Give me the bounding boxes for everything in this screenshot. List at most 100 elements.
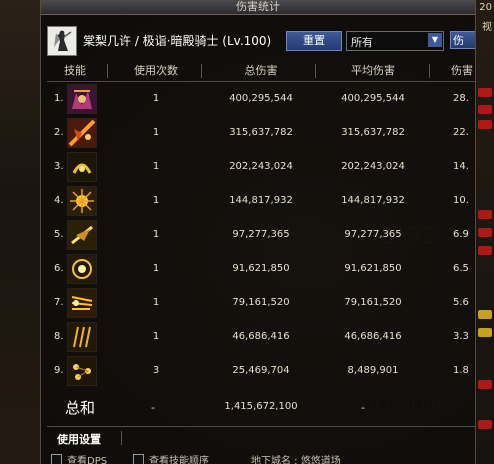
row-percent: 14. [453,161,469,172]
damage-tab-button[interactable]: 伤 [450,31,475,49]
row-rank: 2. [54,127,64,138]
column-divider [107,64,108,78]
table-row[interactable]: 6. 1 91,621,850 91,621,850 6.5 [41,252,475,286]
row-total: 46,686,416 [232,331,290,342]
filter-select[interactable]: 所有 ▼ [346,31,444,51]
damage-stats-window: 伤害统计 棠梨几许 / 极诣·暗殿骑士 (Lv.100) 重置 所有 ▼ 伤 技… [40,0,476,464]
row-rank: 4. [54,195,64,206]
row-count: 1 [152,161,160,172]
row-total: 315,637,782 [229,127,293,138]
column-header-percent[interactable]: 伤害 [451,62,481,80]
row-average: 46,686,416 [344,331,402,342]
row-count: 1 [152,195,160,206]
row-rank: 8. [54,331,64,342]
row-percent: 10. [453,195,469,206]
row-percent: 22. [453,127,469,138]
table-row[interactable]: 8. 1 46,686,416 46,686,416 3.3 [41,320,475,354]
row-total: 144,817,932 [229,195,293,206]
bottom-options-bar: 查看DPS 查看技能顺序 地下城名 : 悠悠道场 [41,450,475,464]
settings-divider [121,431,122,445]
column-header-count[interactable]: 使用次数 [121,62,191,80]
window-title: 伤害统计 [236,0,280,13]
row-count: 1 [152,93,160,104]
table-row[interactable]: 5. 1 97,277,365 97,277,365 6.9 [41,218,475,252]
row-rank: 3. [54,161,64,172]
row-percent: 6.9 [453,229,469,240]
window-titlebar[interactable]: 伤害统计 [41,0,475,15]
row-average: 315,637,782 [341,127,405,138]
row-percent: 5.6 [453,297,469,308]
row-average: 91,621,850 [344,263,402,274]
character-name: 棠梨几许 / 极诣·暗殿骑士 (Lv.100) [83,34,272,48]
row-count: 1 [152,331,160,342]
table-row[interactable]: 2. 1 315,637,782 315,637,782 22. [41,116,475,150]
filter-select-value: 所有 [351,36,373,49]
table-row[interactable]: 1. 1 400,295,544 400,295,544 28. [41,82,475,116]
row-rank: 7. [54,297,64,308]
column-header-skill[interactable]: 技能 [55,62,95,80]
right-tag-red[interactable] [478,380,492,389]
row-count: 1 [152,229,160,240]
summary-average: - [361,401,365,414]
skill-sun-burst-icon [67,186,97,216]
row-total: 202,243,024 [229,161,293,172]
right-tag-red[interactable] [478,210,492,219]
table-row[interactable]: 4. 1 144,817,932 144,817,932 10. [41,184,475,218]
row-average: 202,243,024 [341,161,405,172]
column-divider [315,64,316,78]
view-dps-checkbox[interactable] [51,454,62,464]
row-rank: 9. [54,365,64,376]
row-total: 97,277,365 [232,229,290,240]
right-second-text: 视 [482,22,492,33]
character-header: 棠梨几许 / 极诣·暗殿骑士 (Lv.100) 重置 所有 ▼ 伤 [41,24,475,58]
skill-halo-icon [67,254,97,284]
character-silhouette-icon [48,27,76,55]
skill-flame-slash-icon [67,118,97,148]
character-avatar [47,26,77,56]
row-average: 144,817,932 [341,195,405,206]
row-average: 400,295,544 [341,93,405,104]
row-percent: 3.3 [453,331,469,342]
right-tag-red[interactable] [478,246,492,255]
row-total: 91,621,850 [232,263,290,274]
row-percent: 1.8 [453,365,469,376]
column-divider [429,64,430,78]
skill-golden-arc-icon [67,152,97,182]
row-total: 79,161,520 [232,297,290,308]
right-tag-yellow[interactable] [478,310,492,319]
table-row[interactable]: 3. 1 202,243,024 202,243,024 14. [41,150,475,184]
settings-button[interactable]: 使用设置 [57,431,101,447]
summary-count: - [151,401,155,414]
right-tag-red[interactable] [478,420,492,429]
summary-row: 总和 - 1,415,672,100 - [41,393,475,423]
dungeon-name: 地下城名 : 悠悠道场 [251,456,341,464]
row-rank: 1. [54,93,64,104]
row-count: 1 [152,127,160,138]
skill-wind-blade-icon [67,288,97,318]
column-header-total[interactable]: 总伤害 [221,62,301,80]
skill-triple-strike-icon [67,322,97,352]
column-divider [201,64,202,78]
row-rank: 5. [54,229,64,240]
settings-bar: 使用设置 [47,426,475,449]
row-total: 25,469,704 [232,365,290,376]
skill-dark-burst-icon [67,84,97,114]
column-header-average[interactable]: 平均伤害 [333,62,413,80]
right-top-text: 20 [479,2,492,13]
row-count: 1 [152,263,160,274]
table-row[interactable]: 7. 1 79,161,520 79,161,520 5.6 [41,286,475,320]
row-average: 79,161,520 [344,297,402,308]
reset-button[interactable]: 重置 [286,31,342,51]
right-tag-red[interactable] [478,105,492,114]
row-total: 400,295,544 [229,93,293,104]
chevron-down-icon[interactable]: ▼ [428,33,442,47]
row-average: 8,489,901 [347,365,399,376]
row-average: 97,277,365 [344,229,402,240]
skill-orb-chain-icon [67,356,97,386]
table-row[interactable]: 9. 3 25,469,704 8,489,901 1.8 [41,354,475,388]
row-count: 1 [152,297,160,308]
view-skill-order-checkbox[interactable] [133,454,144,464]
left-background-panel [0,0,41,464]
view-dps-label: 查看DPS [67,456,108,464]
row-percent: 28. [453,93,469,104]
